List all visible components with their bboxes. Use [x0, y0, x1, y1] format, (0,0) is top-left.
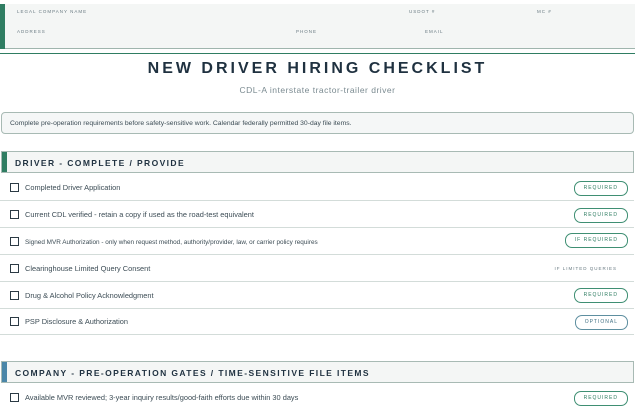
instruction-note: Complete pre-operation requirements befo… [1, 112, 634, 134]
checkbox[interactable] [10, 317, 19, 326]
checkbox[interactable] [10, 183, 19, 192]
status-badge: REQUIRED [573, 208, 628, 223]
checklist-item-text: Drug & Alcohol Policy Acknowledgment [25, 291, 154, 300]
checklist-item-text: Completed Driver Application [25, 183, 121, 192]
checklist-row: Clearinghouse Limited Query Consent IF L… [0, 255, 634, 282]
status-badge: OPTIONAL [574, 315, 628, 330]
header-accent-bar [0, 4, 5, 49]
checklist-item-text: PSP Disclosure & Authorization [25, 317, 128, 326]
status-badge: REQUIRED [573, 288, 628, 303]
checklist-item-text: Current CDL verified - retain a copy if … [25, 210, 254, 219]
checkbox[interactable] [10, 291, 19, 300]
checklist-row: Available MVR reviewed; 3-year inquiry r… [0, 384, 634, 410]
usdot-label: USDOT # [409, 9, 436, 14]
page-subtitle: CDL-A interstate tractor-trailer driver [239, 85, 396, 95]
checklist-item-text: Signed MVR Authorization - only when req… [25, 239, 318, 246]
checkbox[interactable] [10, 264, 19, 273]
address-label: ADDRESS [17, 29, 46, 34]
legal-company-name-label: LEGAL COMPANY NAME [17, 9, 88, 14]
checklist-row: Current CDL verified - retain a copy if … [0, 201, 634, 228]
status-badge: IF LIMITED QUERIES [554, 266, 617, 271]
checkbox[interactable] [10, 237, 19, 246]
section-header-driver: DRIVER - COMPLETE / PROVIDE [1, 151, 634, 173]
header-divider [0, 53, 635, 54]
company-info-header: LEGAL COMPANY NAME USDOT # MC # ADDRESS … [0, 4, 635, 49]
section-title: COMPANY - PRE-OPERATION GATES / TIME-SEN… [15, 368, 370, 378]
checklist-item-text: Available MVR reviewed; 3-year inquiry r… [25, 393, 299, 402]
section-title: DRIVER - COMPLETE / PROVIDE [15, 158, 186, 168]
checklist-row: Completed Driver Application REQUIRED [0, 174, 634, 201]
section-accent-bar [2, 152, 7, 172]
checklist-item-text: Clearinghouse Limited Query Consent [25, 264, 151, 273]
phone-label: PHONE [296, 29, 318, 34]
email-label: EMAIL [425, 29, 444, 34]
checkbox[interactable] [10, 393, 19, 402]
status-badge: REQUIRED [573, 391, 628, 406]
section-header-company: COMPANY - PRE-OPERATION GATES / TIME-SEN… [1, 361, 634, 383]
checkbox[interactable] [10, 210, 19, 219]
checklist-row: Signed MVR Authorization - only when req… [0, 228, 634, 255]
status-badge: IF REQUIRED [564, 233, 628, 248]
mc-label: MC # [537, 9, 552, 14]
page-title: NEW DRIVER HIRING CHECKLIST [147, 60, 488, 77]
section-accent-bar [2, 362, 7, 382]
checklist-row: Drug & Alcohol Policy Acknowledgment REQ… [0, 282, 634, 309]
status-badge: REQUIRED [573, 181, 628, 196]
checklist-row: PSP Disclosure & Authorization OPTIONAL [0, 308, 634, 335]
